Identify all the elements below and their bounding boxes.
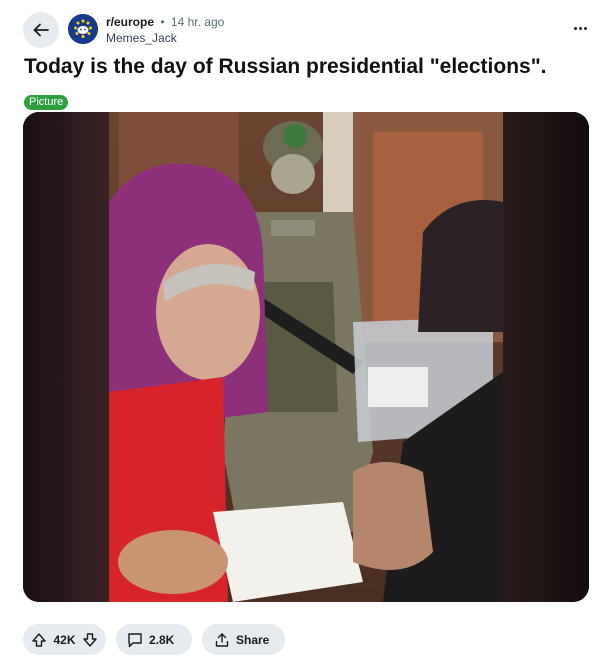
upvote-button[interactable] [31,632,47,648]
arrow-left-icon [33,23,49,37]
post-meta: r/europe • 14 hr. ago [106,15,224,29]
vote-count: 42K [53,632,76,647]
share-label: Share [236,632,270,647]
subreddit-avatar-icon [68,14,98,44]
comment-bubble-icon [128,632,142,647]
subreddit-avatar[interactable] [68,14,98,44]
post-time: 14 hr. ago [170,15,225,29]
author-name[interactable]: Memes_Jack [106,31,177,45]
subreddit-name[interactable]: r/europe [106,15,154,29]
post-image[interactable] [23,112,589,602]
vote-control: 42K [23,624,106,655]
share-icon-wrap [214,632,230,648]
back-button[interactable] [23,12,59,48]
downvote-arrow-icon [83,632,97,647]
post-title: Today is the day of Russian presidential… [24,55,547,78]
photo-illustration [23,112,589,602]
upvote-arrow-icon [32,632,46,647]
post-detail-view: r/europe • 14 hr. ago Memes_Jack Today i… [0,0,600,664]
share-button[interactable]: Share [202,624,285,655]
comment-icon-wrap [126,631,144,649]
share-icon [215,632,229,647]
comment-count: 2.8K [149,632,175,647]
downvote-button[interactable] [82,632,98,648]
meta-separator: • [160,15,165,29]
post-flair[interactable]: Picture [24,95,69,110]
more-options-icon [573,26,577,30]
comments-button[interactable]: 2.8K [116,624,192,655]
more-options-button[interactable] [570,20,590,36]
